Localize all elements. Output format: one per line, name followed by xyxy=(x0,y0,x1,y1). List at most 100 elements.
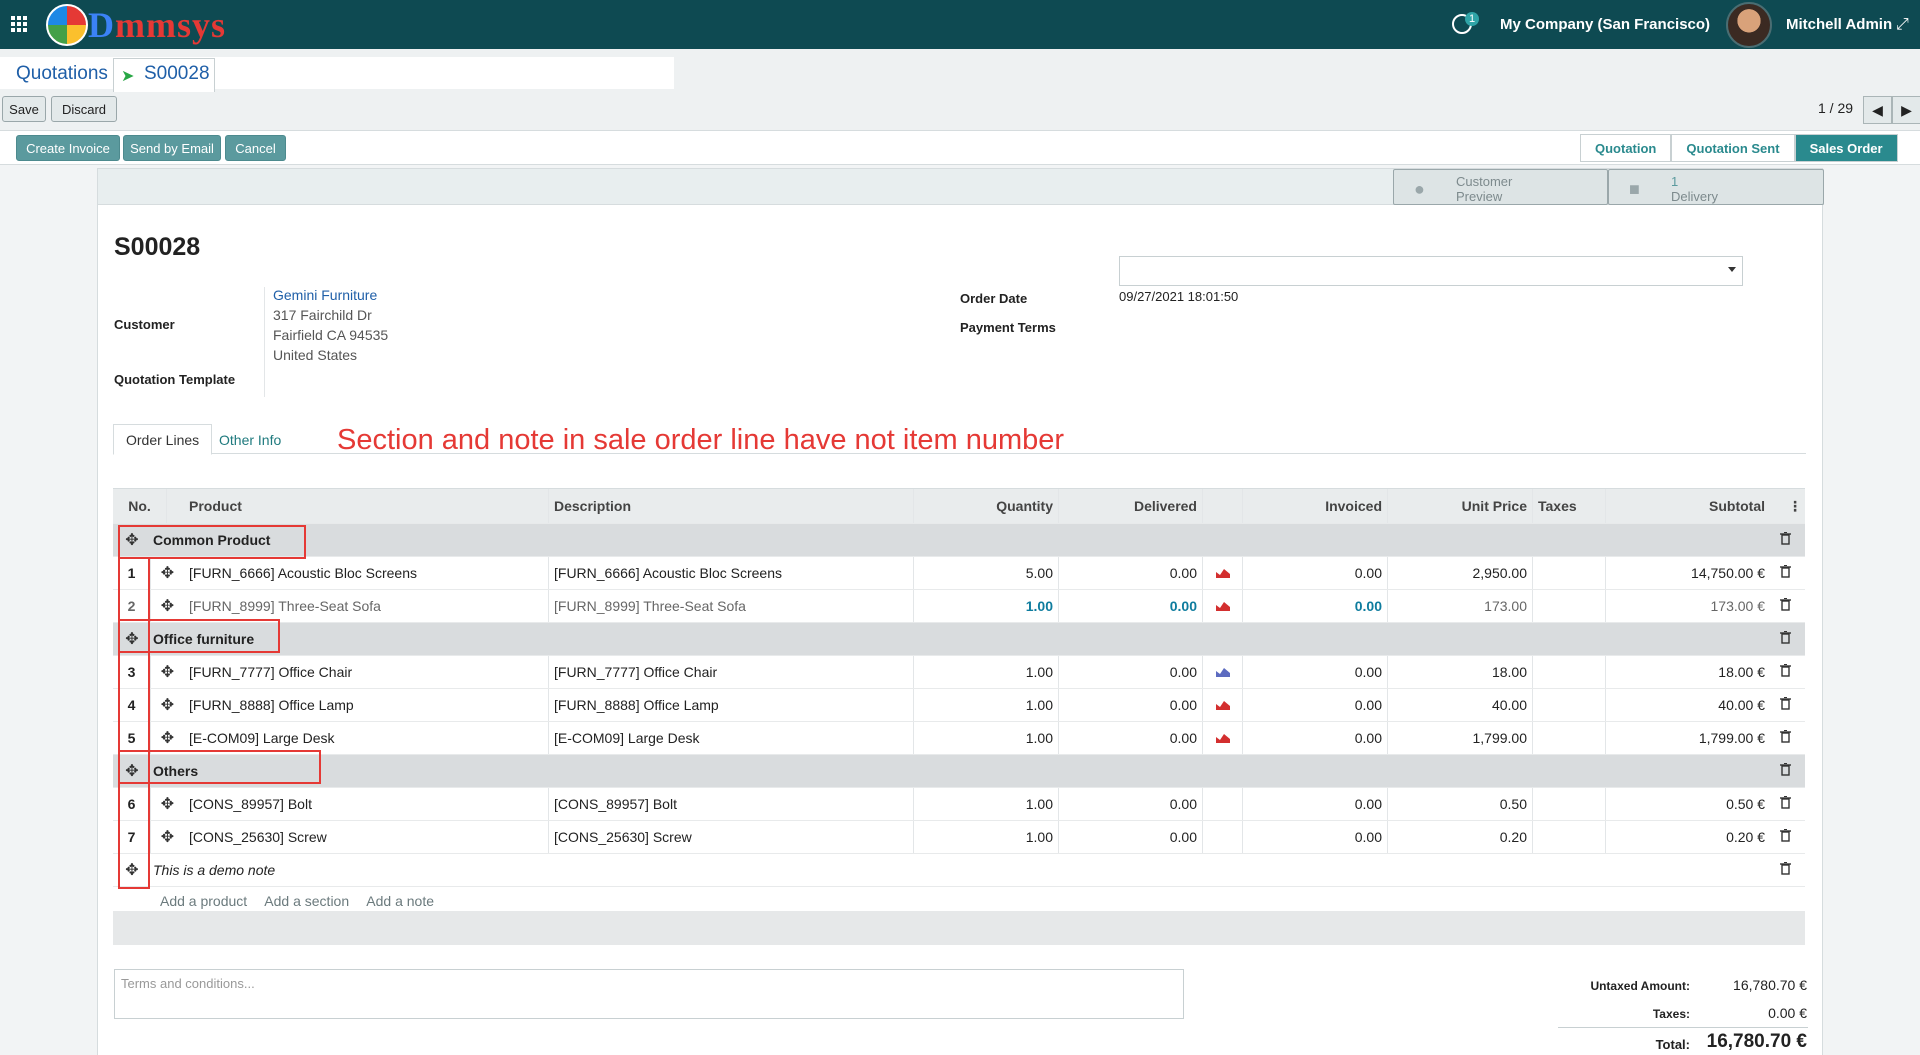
quantity-cell[interactable]: 1.00 xyxy=(914,821,1059,853)
trash-icon[interactable] xyxy=(1780,564,1791,581)
move-handle-icon[interactable]: ✥ xyxy=(151,557,184,589)
user-menu[interactable]: Mitchell Admin xyxy=(1786,16,1892,33)
quantity-cell[interactable]: 1.00 xyxy=(914,590,1059,622)
payment-terms-select[interactable] xyxy=(1119,256,1743,286)
unit-price-cell[interactable]: 0.50 xyxy=(1388,788,1533,820)
save-button[interactable]: Save xyxy=(2,96,46,122)
taxes-cell[interactable] xyxy=(1533,788,1606,820)
forecast-chart-icon[interactable] xyxy=(1203,590,1243,622)
section-common-product[interactable]: ✥ Common Product xyxy=(113,524,1805,557)
add-section-link[interactable]: Add a section xyxy=(264,893,349,909)
chevron-right-icon[interactable]: ▶ xyxy=(1892,96,1920,124)
section-title[interactable]: Office furniture xyxy=(148,623,1048,655)
trash-icon[interactable] xyxy=(1780,762,1791,779)
trash-icon[interactable] xyxy=(1780,531,1791,548)
trash-icon[interactable] xyxy=(1780,729,1791,746)
forecast-chart-icon[interactable] xyxy=(1203,689,1243,721)
table-row[interactable]: 5 ✥ [E-COM09] Large Desk [E-COM09] Large De… xyxy=(113,722,1805,755)
move-handle-icon[interactable]: ✥ xyxy=(151,788,184,820)
trash-icon[interactable] xyxy=(1780,828,1791,845)
trash-icon[interactable] xyxy=(1780,630,1791,647)
forecast-chart-icon[interactable] xyxy=(1203,557,1243,589)
taxes-cell[interactable] xyxy=(1533,689,1606,721)
forecast-chart-icon[interactable] xyxy=(1203,788,1243,820)
taxes-cell[interactable] xyxy=(1533,821,1606,853)
tab-other-info[interactable]: Other Info xyxy=(207,424,293,455)
pager-value[interactable]: 1 / 29 xyxy=(1818,100,1853,116)
expand-icon[interactable]: ⤢ xyxy=(1896,16,1909,34)
quantity-cell[interactable]: 5.00 xyxy=(914,557,1059,589)
trash-icon[interactable] xyxy=(1780,795,1791,812)
move-handle-icon[interactable]: ✥ xyxy=(151,689,184,721)
col-taxes[interactable]: Taxes xyxy=(1533,489,1606,523)
customer-link[interactable]: Gemini Furniture xyxy=(273,287,377,303)
unit-price-cell[interactable]: 18.00 xyxy=(1388,656,1533,688)
add-note-link[interactable]: Add a note xyxy=(366,893,434,909)
description-cell[interactable]: [E-COM09] Large Desk xyxy=(549,722,914,754)
product-cell[interactable]: [FURN_8999] Three-Seat Sofa xyxy=(184,590,549,622)
breadcrumb-quotations[interactable]: Quotations xyxy=(16,63,108,85)
product-cell[interactable]: [CONS_89957] Bolt xyxy=(184,788,549,820)
col-subtotal[interactable]: Subtotal xyxy=(1606,489,1770,523)
forecast-chart-icon[interactable] xyxy=(1203,821,1243,853)
col-no[interactable]: No. xyxy=(113,489,167,523)
col-description[interactable]: Description xyxy=(549,489,914,523)
move-handle-icon[interactable]: ✥ xyxy=(151,590,184,622)
table-row[interactable]: 4 ✥ [FURN_8888] Office Lamp [FURN_8888] Off… xyxy=(113,689,1805,722)
col-product[interactable]: Product xyxy=(184,489,549,523)
tab-order-lines[interactable]: Order Lines xyxy=(113,424,213,455)
status-quotation-sent[interactable]: Quotation Sent xyxy=(1671,134,1795,162)
forecast-chart-icon[interactable] xyxy=(1203,656,1243,688)
taxes-cell[interactable] xyxy=(1533,656,1606,688)
col-unit-price[interactable]: Unit Price xyxy=(1388,489,1533,523)
table-row[interactable]: 7 ✥ [CONS_25630] Screw [CONS_25630] Screw 1.… xyxy=(113,821,1805,854)
trash-icon[interactable] xyxy=(1780,861,1791,878)
unit-price-cell[interactable]: 173.00 xyxy=(1388,590,1533,622)
taxes-cell[interactable] xyxy=(1533,557,1606,589)
col-quantity[interactable]: Quantity xyxy=(914,489,1059,523)
trash-icon[interactable] xyxy=(1780,597,1791,614)
forecast-chart-icon[interactable] xyxy=(1203,722,1243,754)
product-cell[interactable]: [FURN_6666] Acoustic Bloc Screens xyxy=(184,557,549,589)
trash-icon[interactable] xyxy=(1780,663,1791,680)
description-cell[interactable]: [FURN_8888] Office Lamp xyxy=(549,689,914,721)
section-others[interactable]: ✥ Others xyxy=(113,755,1805,788)
send-by-email-button[interactable]: Send by Email xyxy=(123,135,221,161)
column-options-icon[interactable]: ⋮ xyxy=(1783,489,1803,523)
add-product-link[interactable]: Add a product xyxy=(160,893,247,909)
terms-and-conditions-field[interactable]: Terms and conditions... xyxy=(114,969,1184,1019)
table-row[interactable]: 6 ✥ [CONS_89957] Bolt [CONS_89957] Bolt 1.00… xyxy=(113,788,1805,821)
move-handle-icon[interactable]: ✥ xyxy=(151,821,184,853)
note-text[interactable]: This is a demo note xyxy=(148,854,1048,886)
description-cell[interactable]: [CONS_89957] Bolt xyxy=(549,788,914,820)
order-date-value[interactable]: 09/27/2021 18:01:50 xyxy=(1119,289,1238,304)
quantity-cell[interactable]: 1.00 xyxy=(914,656,1059,688)
apps-icon[interactable] xyxy=(11,16,27,32)
product-cell[interactable]: [FURN_8888] Office Lamp xyxy=(184,689,549,721)
unit-price-cell[interactable]: 40.00 xyxy=(1388,689,1533,721)
move-handle-icon[interactable]: ✥ xyxy=(151,656,184,688)
create-invoice-button[interactable]: Create Invoice xyxy=(16,135,120,161)
unit-price-cell[interactable]: 0.20 xyxy=(1388,821,1533,853)
product-cell[interactable]: [FURN_7777] Office Chair xyxy=(184,656,549,688)
description-cell[interactable]: [FURN_6666] Acoustic Bloc Screens xyxy=(549,557,914,589)
quantity-cell[interactable]: 1.00 xyxy=(914,722,1059,754)
section-office-furniture[interactable]: ✥ Office furniture xyxy=(113,623,1805,656)
taxes-cell[interactable] xyxy=(1533,590,1606,622)
note-line[interactable]: ✥ This is a demo note xyxy=(113,854,1805,887)
quantity-cell[interactable]: 1.00 xyxy=(914,788,1059,820)
description-cell[interactable]: [FURN_7777] Office Chair xyxy=(549,656,914,688)
unit-price-cell[interactable]: 2,950.00 xyxy=(1388,557,1533,589)
description-cell[interactable]: [FURN_8999] Three-Seat Sofa xyxy=(549,590,914,622)
chevron-left-icon[interactable]: ◀ xyxy=(1863,96,1892,124)
quantity-cell[interactable]: 1.00 xyxy=(914,689,1059,721)
company-switcher[interactable]: My Company (San Francisco) xyxy=(1500,16,1710,33)
table-row[interactable]: 1 ✥ [FURN_6666] Acoustic Bloc Screens [FURN… xyxy=(113,557,1805,590)
product-cell[interactable]: [CONS_25630] Screw xyxy=(184,821,549,853)
unit-price-cell[interactable]: 1,799.00 xyxy=(1388,722,1533,754)
status-quotation[interactable]: Quotation xyxy=(1580,134,1672,162)
taxes-cell[interactable] xyxy=(1533,722,1606,754)
trash-icon[interactable] xyxy=(1780,696,1791,713)
discard-button[interactable]: Discard xyxy=(51,96,117,122)
delivery-button[interactable]: ■ 1 Delivery xyxy=(1608,169,1824,205)
